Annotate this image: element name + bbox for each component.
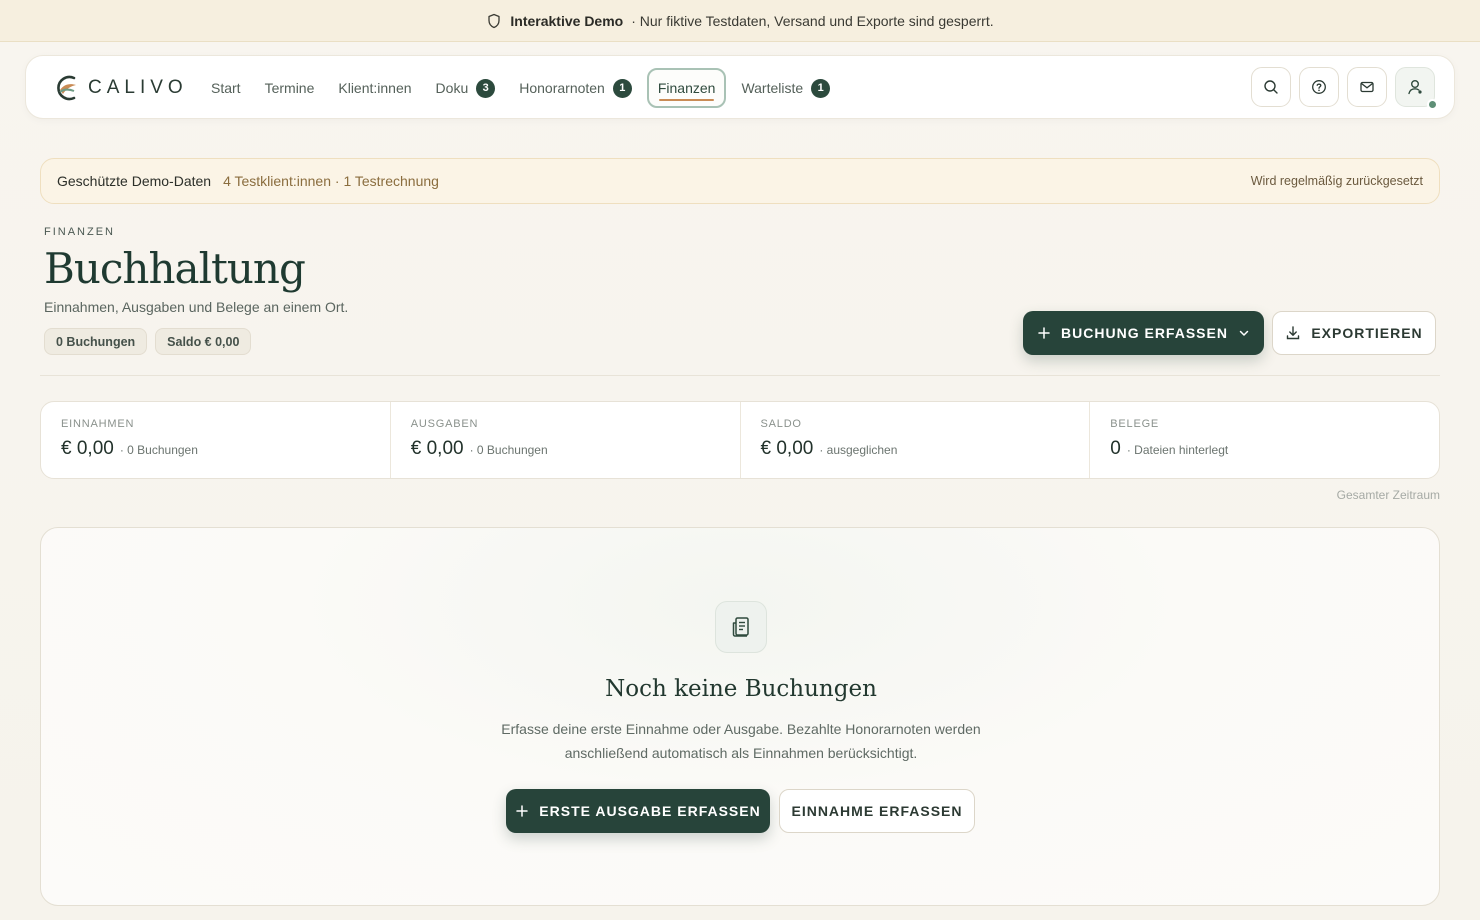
brand-name: CALIVO <box>88 77 188 98</box>
stat-value: € 0,00 <box>760 438 814 459</box>
export-button[interactable]: EXPORTIEREN <box>1272 311 1436 355</box>
add-first-expense-label: ERSTE AUSGABE ERFASSEN <box>539 803 761 819</box>
nav-item-honorarnoten[interactable]: Honorarnoten 1 <box>510 68 641 108</box>
nav-label: Honorarnoten <box>519 80 605 96</box>
brand-logo[interactable]: CALIVO <box>52 72 188 104</box>
ledger-icon <box>715 601 767 653</box>
section-divider <box>40 375 1440 376</box>
plus-icon <box>516 805 529 817</box>
notice-reset-info: Wird regelmäßig zurückgesetzt <box>1250 174 1423 188</box>
chevron-down-icon <box>1239 330 1249 336</box>
page-subtitle: Einnahmen, Ausgaben und Belege an einem … <box>44 299 349 315</box>
mail-button[interactable] <box>1347 67 1387 107</box>
stat-label: SALDO <box>760 418 802 430</box>
nav-actions <box>1251 67 1438 110</box>
nav-label: Warteliste <box>741 80 804 96</box>
stat-balance: SALDO € 0,00 · ausgeglichen <box>741 402 1091 478</box>
export-label: EXPORTIEREN <box>1311 325 1423 341</box>
section-eyebrow: FINANZEN <box>44 226 115 238</box>
add-income-label: EINNAHME ERFASSEN <box>791 803 963 819</box>
notice-meta: 4 Testklient:innen · 1 Testrechnung <box>223 173 439 189</box>
nav-item-klientinnen[interactable]: Klient:innen <box>329 68 420 108</box>
stat-receipts: BELEGE 0 · Dateien hinterlegt <box>1090 402 1439 478</box>
nav-label: Finanzen <box>657 80 716 96</box>
stat-income: EINNAHMEN € 0,00 · 0 Buchungen <box>41 402 391 478</box>
empty-state-text: Erfasse deine erste Einnahme oder Ausgab… <box>501 721 981 761</box>
empty-state-card: Noch keine Buchungen Erfasse deine erste… <box>40 527 1440 906</box>
stat-meta: · Dateien hinterlegt <box>1126 443 1229 457</box>
add-income-button[interactable]: EINNAHME ERFASSEN <box>779 789 975 833</box>
online-status-dot <box>1427 99 1438 110</box>
stat-meta: · 0 Buchungen <box>119 443 198 457</box>
summary-chips: 0 Buchungen Saldo € 0,00 <box>44 328 252 355</box>
add-booking-label: BUCHUNG ERFASSEN <box>1061 325 1228 341</box>
help-button[interactable] <box>1299 67 1339 107</box>
count-badge: 1 <box>612 78 632 98</box>
top-navbar: CALIVO Start Termine Klient:innen Doku 3… <box>25 55 1455 119</box>
balance-chip: Saldo € 0,00 <box>155 328 252 355</box>
empty-state-actions: ERSTE AUSGABE ERFASSEN EINNAHME ERFASSEN <box>506 789 975 833</box>
empty-state-title: Noch keine Buchungen <box>605 676 877 702</box>
notice-title: Geschützte Demo-Daten <box>57 173 212 189</box>
help-icon <box>1312 80 1326 94</box>
nav-item-doku[interactable]: Doku 3 <box>427 68 505 108</box>
download-icon <box>1287 326 1300 340</box>
banner-text: · Nur fiktive Testdaten, Versand und Exp… <box>631 12 994 29</box>
nav-item-warteliste[interactable]: Warteliste 1 <box>732 68 839 108</box>
stat-expenses: AUSGABEN € 0,00 · 0 Buchungen <box>391 402 741 478</box>
search-button[interactable] <box>1251 67 1291 107</box>
stat-label: EINNAHMEN <box>61 418 135 430</box>
nav-label: Start <box>211 80 241 96</box>
add-first-expense-button[interactable]: ERSTE AUSGABE ERFASSEN <box>506 789 770 833</box>
plus-icon <box>1038 327 1050 339</box>
count-badge: 1 <box>811 78 831 98</box>
user-icon <box>1408 80 1422 95</box>
nav-item-termine[interactable]: Termine <box>256 68 324 108</box>
banner-title: Interaktive Demo <box>510 12 624 29</box>
mail-icon <box>1360 81 1374 93</box>
stat-label: AUSGABEN <box>410 418 479 430</box>
count-badge: 3 <box>476 78 496 98</box>
nav-item-start[interactable]: Start <box>202 68 250 108</box>
finance-stats: EINNAHMEN € 0,00 · 0 Buchungen AUSGABEN … <box>40 401 1440 479</box>
shield-icon <box>486 13 502 29</box>
stat-meta: · ausgeglichen <box>819 443 898 457</box>
stat-label: BELEGE <box>1110 418 1160 430</box>
account-button[interactable] <box>1395 67 1438 110</box>
stat-meta: · 0 Buchungen <box>469 443 548 457</box>
bookings-count-chip: 0 Buchungen <box>44 328 148 355</box>
nav-label: Klient:innen <box>338 80 412 96</box>
logo-mark-icon <box>57 75 76 101</box>
period-label: Gesamter Zeitraum <box>1336 488 1440 502</box>
nav-label: Doku <box>435 80 469 96</box>
protected-data-notice: Geschützte Demo-Daten 4 Testklient:innen… <box>40 158 1440 204</box>
stat-value: € 0,00 <box>61 438 114 459</box>
nav-label: Termine <box>264 80 315 96</box>
search-icon <box>1264 80 1278 94</box>
nav-item-finanzen[interactable]: Finanzen <box>646 68 727 108</box>
add-booking-button[interactable]: BUCHUNG ERFASSEN <box>1023 311 1264 355</box>
stat-value: € 0,00 <box>410 438 464 459</box>
page-title: Buchhaltung <box>44 244 306 293</box>
demo-banner: Interaktive Demo · Nur fiktive Testdaten… <box>0 0 1480 42</box>
main-nav: Start Termine Klient:innen Doku 3 Honora… <box>202 67 845 109</box>
stat-value: 0 <box>1110 438 1121 459</box>
